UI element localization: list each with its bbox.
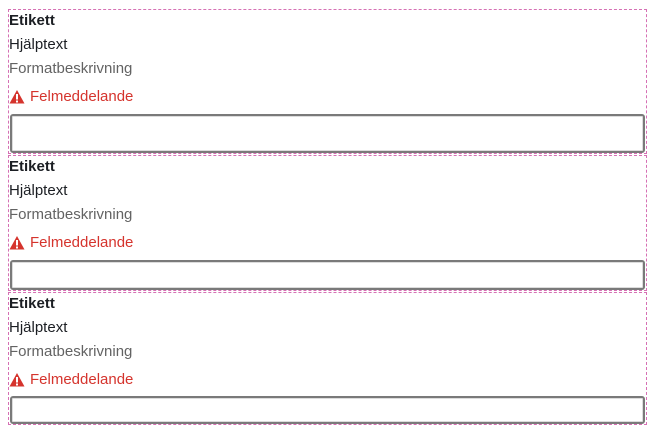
format-description: Formatbeskrivning xyxy=(9,343,133,360)
field-label: Etikett xyxy=(9,12,55,29)
format-description: Formatbeskrivning xyxy=(9,206,133,223)
help-text: Hjälptext xyxy=(9,36,68,53)
help-text: Hjälptext xyxy=(9,182,68,199)
warning-triangle-icon xyxy=(9,236,25,250)
form-field-group: Etikett Hjälptext Formatbeskrivning Felm… xyxy=(8,155,647,291)
form-field-group: Etikett Hjälptext Formatbeskrivning Felm… xyxy=(8,9,647,154)
error-message-text: Felmeddelande xyxy=(30,371,134,388)
error-message: Felmeddelande xyxy=(9,233,133,253)
format-description: Formatbeskrivning xyxy=(9,60,133,77)
error-message-text: Felmeddelande xyxy=(30,88,134,105)
help-text: Hjälptext xyxy=(9,319,68,336)
field-label: Etikett xyxy=(9,158,55,175)
field-label: Etikett xyxy=(9,295,55,312)
text-input[interactable] xyxy=(10,260,645,290)
error-message-text: Felmeddelande xyxy=(30,234,134,251)
warning-triangle-icon xyxy=(9,373,25,387)
error-message: Felmeddelande xyxy=(9,87,133,107)
text-input[interactable] xyxy=(10,396,645,424)
error-message: Felmeddelande xyxy=(9,370,133,390)
form-field-group: Etikett Hjälptext Formatbeskrivning Felm… xyxy=(8,292,647,425)
text-input[interactable] xyxy=(10,114,645,153)
warning-triangle-icon xyxy=(9,90,25,104)
